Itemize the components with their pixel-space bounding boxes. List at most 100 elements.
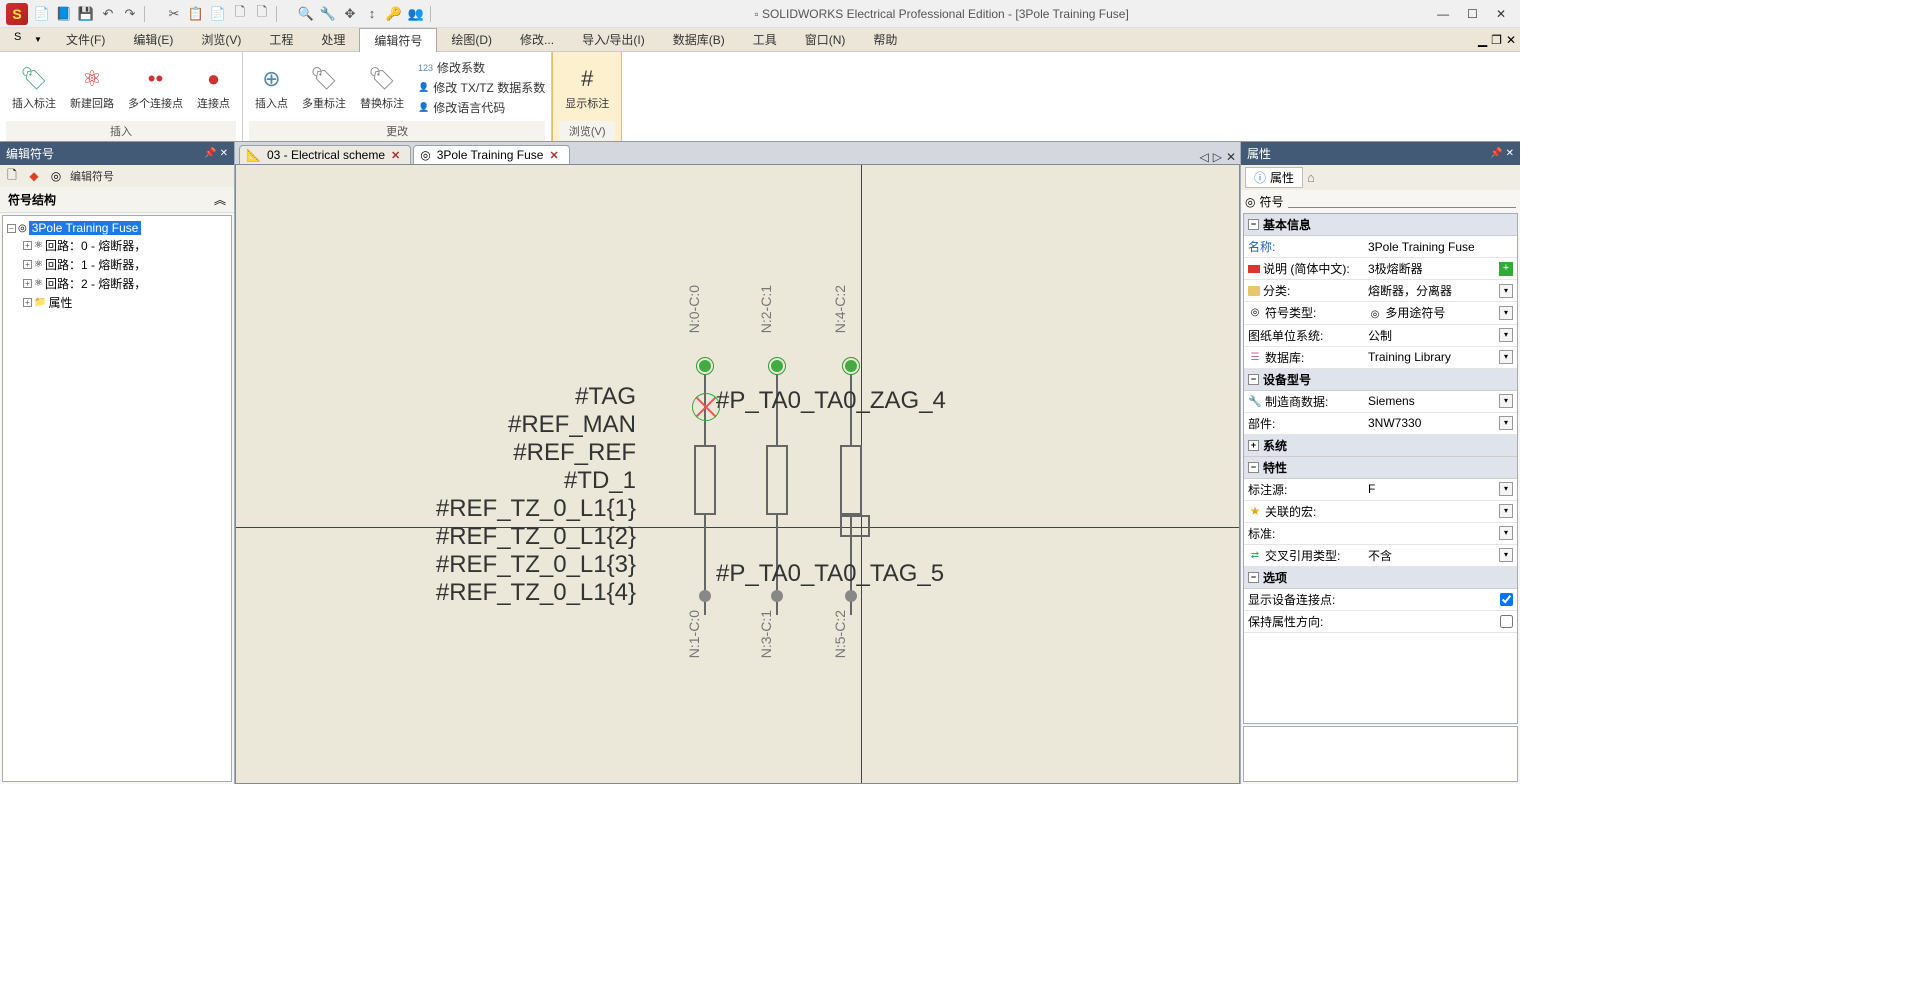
property-section-header[interactable]: −特性 xyxy=(1244,457,1517,479)
pin-icon[interactable]: 📌 ✕ xyxy=(204,148,228,159)
property-row[interactable]: 分类:熔断器，分离器▾ xyxy=(1244,280,1517,302)
ribbon-button[interactable]: ••多个连接点 xyxy=(122,61,189,115)
tab-close-icon[interactable]: ✕ xyxy=(1226,150,1236,164)
menu-item[interactable]: 帮助 xyxy=(859,28,911,52)
property-section-header[interactable]: −设备型号 xyxy=(1244,369,1517,391)
tab-prev-icon[interactable]: ◁ xyxy=(1199,150,1208,164)
quick-access-icon[interactable] xyxy=(276,6,292,22)
tool-icon[interactable]: ◆ xyxy=(26,168,42,184)
mdi-close-icon[interactable]: ✕ xyxy=(1506,33,1516,47)
document-tab[interactable]: 📐03 - Electrical scheme✕ xyxy=(239,145,411,164)
ribbon-button[interactable]: ⊕插入点 xyxy=(249,61,294,115)
dropdown-icon[interactable]: ▾ xyxy=(1499,548,1513,562)
ribbon-button[interactable]: #显示标注 xyxy=(559,61,615,115)
property-row[interactable]: 保持属性方向: xyxy=(1244,611,1517,633)
quick-access-icon[interactable]: 📄 xyxy=(210,6,226,22)
property-row[interactable]: 部件:3NW7330▾ xyxy=(1244,413,1517,435)
ribbon-button[interactable]: 🏷替换标注 xyxy=(354,61,410,115)
close-tab-icon[interactable]: ✕ xyxy=(549,149,558,162)
dropdown-icon[interactable]: ▾ xyxy=(1499,482,1513,496)
ribbon-text-button[interactable]: 123修改系数 xyxy=(418,58,545,77)
tree-item[interactable]: + ⚛ 回路：2 - 熔断器， xyxy=(5,274,229,293)
dropdown-icon[interactable]: ▾ xyxy=(1499,394,1513,408)
quick-access-icon[interactable]: 🔑 xyxy=(386,6,402,22)
property-row[interactable]: 标注源:F▾ xyxy=(1244,479,1517,501)
tree-item[interactable]: + ⚛ 回路：0 - 熔断器， xyxy=(5,236,229,255)
dropdown-icon[interactable]: ▾ xyxy=(1499,526,1513,540)
home-icon[interactable]: ⌂ xyxy=(1307,170,1315,185)
menu-item[interactable]: 编辑符号 xyxy=(359,28,437,52)
close-button[interactable]: ✕ xyxy=(1496,7,1506,21)
menu-item[interactable]: 文件(F) xyxy=(52,28,119,52)
mdi-minimize-icon[interactable]: ▁ xyxy=(1478,33,1487,47)
dropdown-icon[interactable]: ▾ xyxy=(1499,350,1513,364)
quick-access-icon[interactable]: ↶ xyxy=(100,6,116,22)
quick-access-icon[interactable]: 📄 xyxy=(34,6,50,22)
property-row[interactable]: ◎符号类型:◎ 多用途符号▾ xyxy=(1244,302,1517,325)
property-row[interactable]: 图纸单位系统:公制▾ xyxy=(1244,325,1517,347)
maximize-button[interactable]: ☐ xyxy=(1467,7,1478,21)
property-row[interactable]: ☰数据库:Training Library▾ xyxy=(1244,347,1517,369)
checkbox[interactable] xyxy=(1500,593,1513,606)
pin-icon[interactable]: 📌 ✕ xyxy=(1490,148,1514,159)
quick-access-icon[interactable] xyxy=(144,6,160,22)
property-row[interactable]: 🔧制造商数据:Siemens▾ xyxy=(1244,391,1517,413)
ribbon-button[interactable]: ⚛新建回路 xyxy=(64,61,120,115)
add-icon[interactable]: + xyxy=(1499,262,1513,276)
ribbon-button[interactable]: ●连接点 xyxy=(191,61,236,115)
menu-item[interactable]: 编辑(E) xyxy=(119,28,187,52)
dropdown-icon[interactable]: ▾ xyxy=(1499,504,1513,518)
ribbon-text-button[interactable]: 👤修改 TX/TZ 数据系数 xyxy=(418,78,545,97)
app-menu-icon[interactable]: S ▼ xyxy=(4,31,52,49)
menu-item[interactable]: 处理 xyxy=(307,28,359,52)
ribbon-text-button[interactable]: 👤修改语言代码 xyxy=(418,98,545,117)
dropdown-icon[interactable]: ▾ xyxy=(1499,328,1513,342)
property-row[interactable]: 名称:3Pole Training Fuse xyxy=(1244,236,1517,258)
quick-access-icon[interactable]: 🔍 xyxy=(298,6,314,22)
menu-item[interactable]: 工程 xyxy=(255,28,307,52)
quick-access-icon[interactable]: ✂ xyxy=(166,6,182,22)
property-section-header[interactable]: −选项 xyxy=(1244,567,1517,589)
mdi-restore-icon[interactable]: ❐ xyxy=(1491,33,1502,47)
property-section-header[interactable]: −基本信息 xyxy=(1244,214,1517,236)
drawing-canvas[interactable]: N:0-C:0 N:2-C:1 N:4-C:2 N:1-C:0 N:3-C:1 … xyxy=(236,165,1239,783)
quick-access-icon[interactable]: 👥 xyxy=(408,6,424,22)
quick-access-icon[interactable]: 🗋 xyxy=(254,6,270,22)
quick-access-icon[interactable] xyxy=(430,6,446,22)
menu-item[interactable]: 修改... xyxy=(506,28,568,52)
menu-item[interactable]: 绘图(D) xyxy=(437,28,506,52)
ribbon-button[interactable]: 🏷多重标注 xyxy=(296,61,352,115)
menu-item[interactable]: 数据库(B) xyxy=(659,28,739,52)
tool-icon[interactable]: ◎ xyxy=(48,168,64,184)
document-tab[interactable]: ◎3Pole Training Fuse✕ xyxy=(413,145,569,164)
dropdown-icon[interactable]: ▾ xyxy=(1499,306,1513,320)
collapse-icon[interactable]: ︽ xyxy=(214,191,226,208)
quick-access-icon[interactable]: 📘 xyxy=(56,6,72,22)
menu-item[interactable]: 工具 xyxy=(739,28,791,52)
menu-item[interactable]: 导入/导出(I) xyxy=(568,28,659,52)
quick-access-icon[interactable]: 📋 xyxy=(188,6,204,22)
quick-access-icon[interactable]: 🔧 xyxy=(320,6,336,22)
quick-access-icon[interactable]: ✥ xyxy=(342,6,358,22)
checkbox[interactable] xyxy=(1500,615,1513,628)
property-section-header[interactable]: +系统 xyxy=(1244,435,1517,457)
ribbon-button[interactable]: 🏷插入标注 xyxy=(6,61,62,115)
quick-access-icon[interactable]: ↷ xyxy=(122,6,138,22)
tool-icon[interactable]: 🗋 xyxy=(4,168,20,184)
tab-properties[interactable]: ⓘ属性 xyxy=(1245,167,1303,188)
dropdown-icon[interactable]: ▾ xyxy=(1499,284,1513,298)
property-row[interactable]: 显示设备连接点: xyxy=(1244,589,1517,611)
quick-access-icon[interactable]: 🗋 xyxy=(232,6,248,22)
menu-item[interactable]: 浏览(V) xyxy=(187,28,255,52)
quick-access-icon[interactable]: 💾 xyxy=(78,6,94,22)
dropdown-icon[interactable]: ▾ xyxy=(1499,416,1513,430)
property-row[interactable]: 标准:▾ xyxy=(1244,523,1517,545)
tree-item[interactable]: − ◎ 3Pole Training Fuse xyxy=(5,220,229,236)
tree-item[interactable]: + ⚛ 回路：1 - 熔断器， xyxy=(5,255,229,274)
section-header[interactable]: 符号结构 ︽ xyxy=(0,187,234,213)
property-row[interactable]: ⇄交叉引用类型:不含▾ xyxy=(1244,545,1517,567)
property-row[interactable]: 说明 (简体中文):3极熔断器+ xyxy=(1244,258,1517,280)
property-row[interactable]: ★关联的宏:▾ xyxy=(1244,501,1517,523)
symbol-search-input[interactable] xyxy=(1288,195,1517,208)
close-tab-icon[interactable]: ✕ xyxy=(391,149,400,162)
